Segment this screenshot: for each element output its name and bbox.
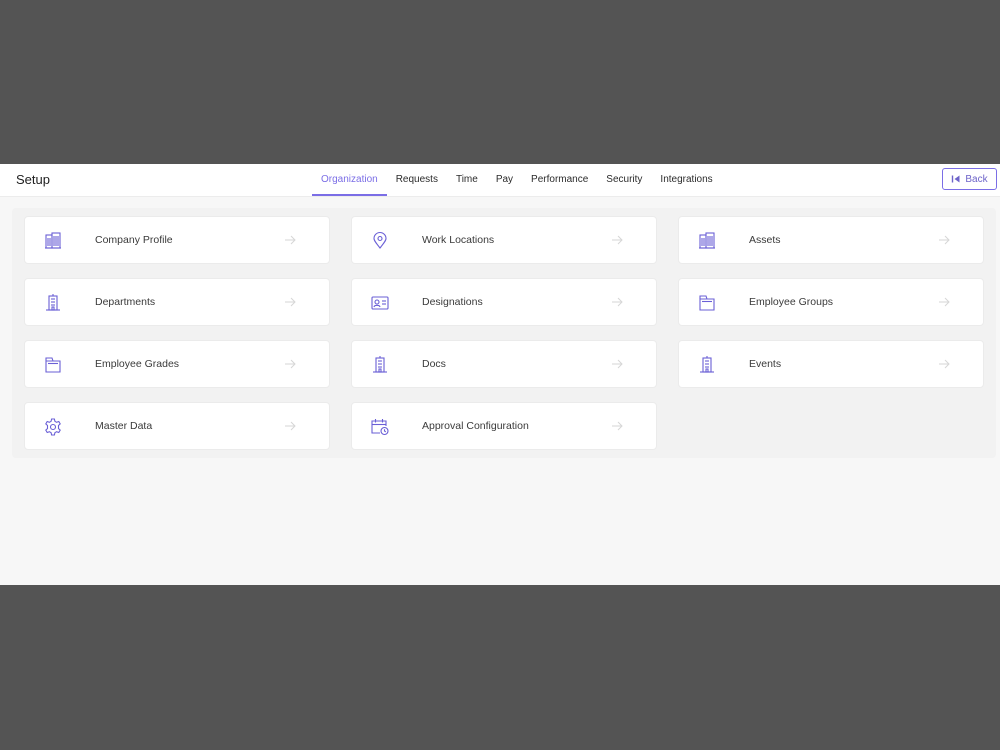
skip-back-icon [952,175,960,183]
id-card-icon [370,293,390,313]
arrow-right-icon [937,357,951,371]
card-assets[interactable]: Assets [678,216,984,264]
tower-building-icon [370,355,390,375]
card-label: Employee Grades [95,358,180,370]
card-docs[interactable]: Docs [351,340,657,388]
tab-pay[interactable]: Pay [487,164,522,196]
arrow-right-icon [283,357,297,371]
map-pin-icon [370,231,390,251]
arrow-right-icon [610,233,624,247]
tab-requests[interactable]: Requests [387,164,447,196]
arrow-right-icon [610,357,624,371]
card-company-profile[interactable]: Company Profile [24,216,330,264]
card-employee-groups[interactable]: Employee Groups [678,278,984,326]
card-label: Master Data [95,420,153,432]
card-label: Departments [95,296,156,308]
card-approval-configuration[interactable]: Approval Configuration [351,402,657,450]
arrow-right-icon [937,295,951,309]
arrow-right-icon [610,419,624,433]
card-departments[interactable]: Departments [24,278,330,326]
calendar-clock-icon [370,417,390,437]
tab-security[interactable]: Security [597,164,651,196]
top-bar: Setup Organization Requests Time Pay Per… [0,164,1000,197]
arrow-right-icon [283,295,297,309]
page-title: Setup [16,172,50,187]
tab-organization[interactable]: Organization [312,164,387,196]
card-label: Approval Configuration [422,420,529,432]
tab-time[interactable]: Time [447,164,487,196]
tab-integrations[interactable]: Integrations [651,164,721,196]
card-label: Docs [422,358,446,370]
tower-building-icon [697,355,717,375]
card-label: Work Locations [422,234,495,246]
card-label: Assets [749,234,781,246]
setup-card-grid: Company Profile Work Locations Assets De… [24,216,984,450]
card-label: Events [749,358,782,370]
arrow-right-icon [283,233,297,247]
arrow-right-icon [283,419,297,433]
gear-icon [43,417,63,437]
card-label: Designations [422,296,483,308]
office-building-icon [43,231,63,251]
folder-icon [43,355,63,375]
back-button[interactable]: Back [942,168,997,190]
back-button-label: Back [965,173,988,185]
card-events[interactable]: Events [678,340,984,388]
card-label: Company Profile [95,234,173,246]
folder-icon [697,293,717,313]
tower-building-icon [43,293,63,313]
card-designations[interactable]: Designations [351,278,657,326]
arrow-right-icon [937,233,951,247]
tab-performance[interactable]: Performance [522,164,597,196]
card-employee-grades[interactable]: Employee Grades [24,340,330,388]
arrow-right-icon [610,295,624,309]
card-work-locations[interactable]: Work Locations [351,216,657,264]
office-building-icon [697,231,717,251]
tab-bar: Organization Requests Time Pay Performan… [312,164,722,196]
card-label: Employee Groups [749,296,834,308]
card-master-data[interactable]: Master Data [24,402,330,450]
